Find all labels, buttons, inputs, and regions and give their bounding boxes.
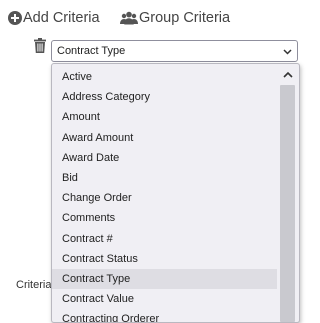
dropdown-option[interactable]: Active [52,67,277,87]
add-criteria-label: Add Criteria [23,10,100,26]
dropdown-option[interactable]: Address Category [52,87,277,107]
dropdown-option[interactable]: Bid [52,168,277,188]
dropdown-option[interactable]: Contract Value [52,289,277,309]
dropdown-option[interactable]: Contract Type [52,268,277,290]
dropdown-option[interactable]: Award Amount [52,128,277,148]
scroll-up-button[interactable] [279,66,296,83]
trash-icon[interactable] [34,38,46,58]
dropdown-option[interactable]: Change Order [52,188,277,208]
criteria-label: Criteria [16,279,52,291]
group-criteria-label: Group Criteria [139,10,231,26]
chevron-down-icon [283,47,292,59]
scrollbar-thumb[interactable] [280,85,295,322]
dropdown-option[interactable]: Amount [52,107,277,127]
users-icon [120,11,138,25]
chevron-up-icon [282,66,293,84]
plus-circle-icon [8,11,22,25]
add-criteria-button[interactable]: Add Criteria [8,8,100,28]
dropdown-option[interactable]: Award Date [52,148,277,168]
selected-value: Contract Type [57,45,126,57]
dropdown-option[interactable]: Contracting Orderer [52,309,277,322]
criteria-options-dropdown: Active Address Category Amount Award Amount… [51,63,300,323]
dropdown-option[interactable]: Comments [52,208,277,228]
group-criteria-button[interactable]: Group Criteria [120,8,230,28]
criteria-field-select[interactable]: Contract Type [51,40,298,62]
dropdown-option[interactable]: Contract # [52,229,277,249]
dropdown-option[interactable]: Contract Status [52,249,277,269]
options-list: Active Address Category Amount Award Amount… [52,67,277,322]
dropdown-scrollbar[interactable] [279,66,296,322]
criteria-toolbar: Add Criteria Group Criteria [8,8,298,28]
